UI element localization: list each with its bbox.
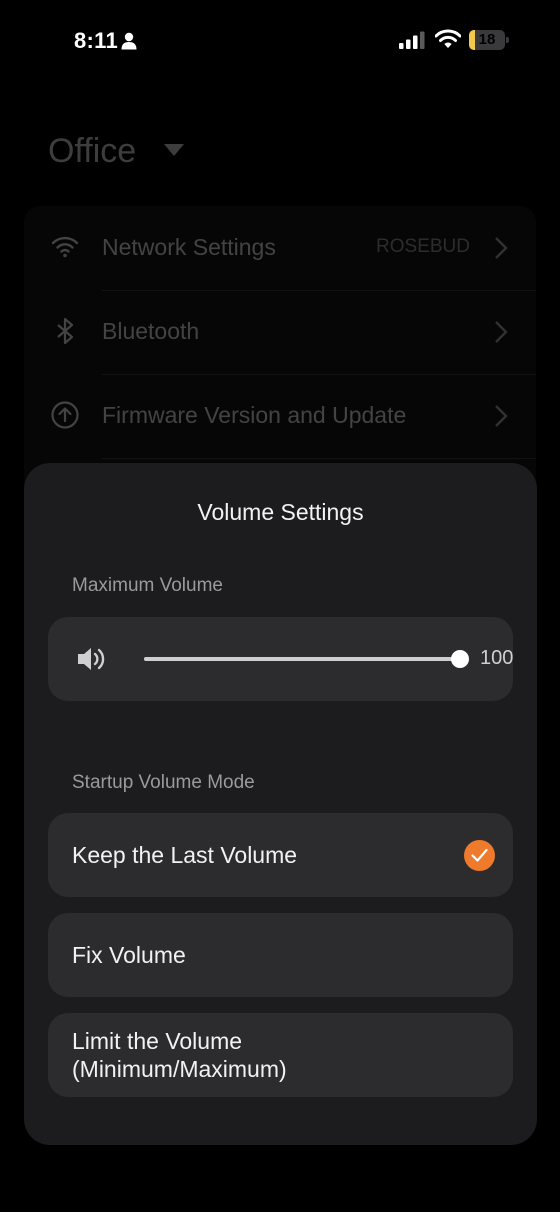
row-label: Network Settings bbox=[102, 234, 276, 260]
status-time: 8:11 bbox=[74, 28, 119, 53]
row-label: Firmware Version and Update bbox=[102, 402, 407, 428]
option-label: Limit the Volume (Minimum/Maximum) bbox=[72, 1028, 287, 1082]
battery-level: 18 bbox=[478, 31, 496, 48]
sheet-title: Volume Settings bbox=[197, 499, 364, 525]
room-title[interactable]: Office bbox=[48, 132, 136, 171]
chevron-right-icon bbox=[495, 405, 508, 427]
option-label: Fix Volume bbox=[72, 942, 186, 968]
maximum-volume-value: 100 bbox=[480, 647, 514, 669]
wifi-icon bbox=[51, 236, 79, 258]
option-limit-volume[interactable]: Limit the Volume (Minimum/Maximum) bbox=[48, 1013, 513, 1097]
status-bar: 8:11 18 bbox=[0, 0, 560, 84]
upgrade-icon bbox=[51, 401, 79, 429]
checkmark-icon bbox=[464, 840, 495, 871]
wifi-icon bbox=[435, 29, 461, 48]
network-settings-row[interactable]: Network Settings ROSEBUD bbox=[24, 206, 536, 290]
maximum-volume-card: 100 bbox=[48, 617, 513, 701]
maximum-volume-label: Maximum Volume bbox=[72, 575, 223, 596]
option-fix-volume[interactable]: Fix Volume bbox=[48, 913, 513, 997]
firmware-row[interactable]: Firmware Version and Update bbox=[24, 374, 536, 458]
startup-volume-mode-label: Startup Volume Mode bbox=[72, 772, 255, 793]
volume-settings-sheet: Volume Settings Maximum Volume 100 Start… bbox=[24, 463, 537, 1145]
caret-down-icon[interactable] bbox=[164, 144, 184, 156]
row-label: Bluetooth bbox=[102, 318, 200, 344]
chevron-right-icon bbox=[495, 237, 508, 259]
slider-thumb[interactable] bbox=[451, 650, 469, 668]
signal-icon bbox=[399, 31, 425, 49]
chevron-right-icon bbox=[495, 321, 508, 343]
person-icon bbox=[121, 32, 137, 50]
network-name: ROSEBUD bbox=[376, 236, 470, 257]
bluetooth-icon bbox=[57, 317, 74, 345]
battery-icon: 18 bbox=[469, 30, 509, 50]
speaker-icon bbox=[78, 648, 105, 670]
bluetooth-row[interactable]: Bluetooth bbox=[24, 290, 536, 374]
maximum-volume-slider[interactable] bbox=[144, 649, 469, 669]
option-label: Keep the Last Volume bbox=[72, 842, 298, 868]
option-keep-last-volume[interactable]: Keep the Last Volume bbox=[48, 813, 513, 897]
